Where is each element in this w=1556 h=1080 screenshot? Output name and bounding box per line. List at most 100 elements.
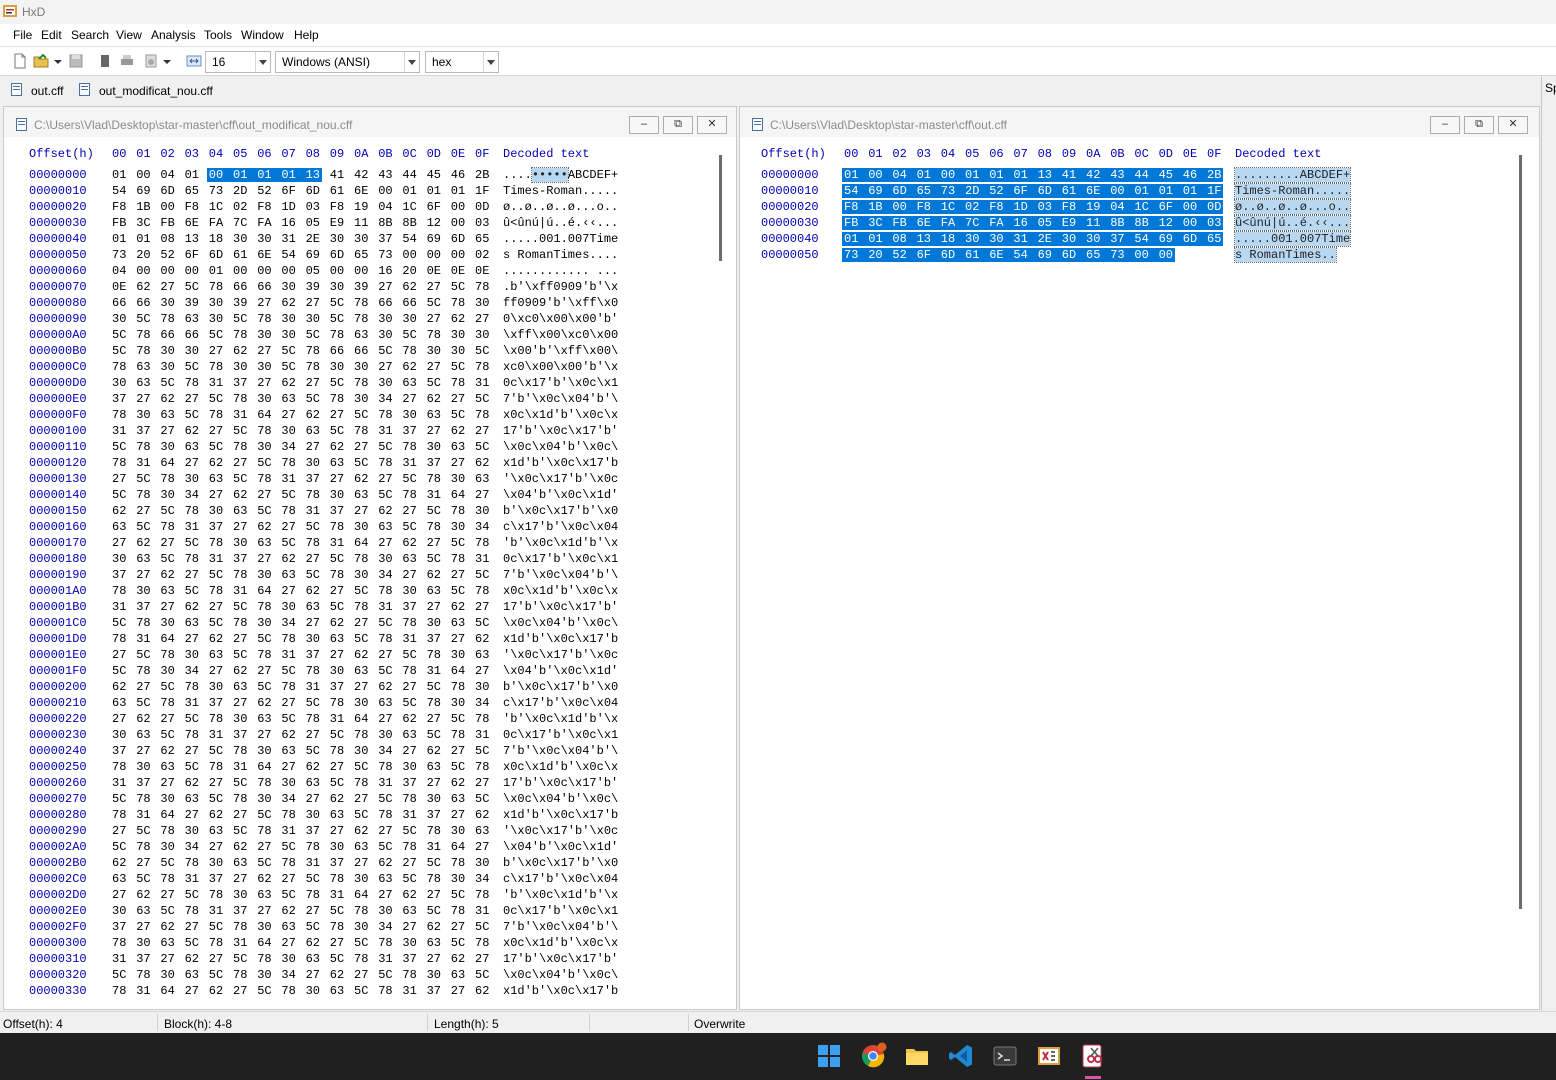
hex-byte[interactable]: 78 <box>376 808 394 822</box>
hex-byte[interactable]: 5C <box>449 760 467 774</box>
hex-byte[interactable]: 7C <box>231 216 249 230</box>
menu-window[interactable]: Window <box>241 28 284 42</box>
hex-byte[interactable]: 64 <box>449 488 467 502</box>
hex-byte[interactable]: 5C <box>449 408 467 422</box>
hex-byte[interactable]: 78 <box>400 664 418 678</box>
hex-byte[interactable]: 78 <box>400 440 418 454</box>
hex-byte[interactable]: 78 <box>473 280 491 294</box>
hex-byte[interactable]: 78 <box>376 760 394 774</box>
hex-byte[interactable]: 78 <box>207 584 225 598</box>
hex-byte[interactable]: 63 <box>352 840 370 854</box>
hex-byte[interactable]: 27 <box>207 344 225 358</box>
hex-byte[interactable]: 45 <box>425 168 443 182</box>
hex-row[interactable]: 000000B0 5C 78 30 30 27 62 27 5C 78 66 66 5C 78 30 30 5C… <box>7 344 729 360</box>
hex-byte[interactable]: 00 <box>134 168 152 182</box>
hex-byte[interactable]: 5C <box>352 632 370 646</box>
hex-byte[interactable]: 6F <box>183 248 201 262</box>
hex-byte[interactable]: 62 <box>207 808 225 822</box>
hex-byte[interactable]: 78 <box>279 504 297 518</box>
hex-byte[interactable]: 0E <box>110 280 128 294</box>
hex-byte[interactable]: 3C <box>866 216 891 230</box>
hex-byte[interactable]: 5C <box>255 984 273 998</box>
hex-byte[interactable]: 5C <box>158 504 176 518</box>
hex-byte[interactable]: 37 <box>231 376 249 390</box>
hex-byte[interactable]: 54 <box>842 184 867 198</box>
close-file-icon[interactable] <box>97 53 113 69</box>
hex-byte[interactable]: 27 <box>304 728 322 742</box>
hex-byte[interactable]: 27 <box>425 312 443 326</box>
hex-byte[interactable]: 5C <box>110 840 128 854</box>
hex-row[interactable]: 000001A0 78 30 63 5C 78 31 64 27 62 27 5C 78 30 63 5C 78… <box>7 584 729 600</box>
hex-byte[interactable]: 27 <box>425 424 443 438</box>
hex-byte[interactable]: 11 <box>352 216 370 230</box>
hex-byte[interactable]: 5C <box>279 888 297 902</box>
hex-byte[interactable]: 5C <box>328 312 346 326</box>
hex-byte[interactable]: 30 <box>473 328 491 342</box>
hex-byte[interactable]: 78 <box>304 888 322 902</box>
hex-byte[interactable]: F8 <box>1059 200 1085 214</box>
hex-byte[interactable]: 30 <box>158 840 176 854</box>
hex-byte[interactable]: 61 <box>328 184 346 198</box>
hex-byte[interactable]: 02 <box>963 200 988 214</box>
hex-byte[interactable]: 34 <box>376 920 394 934</box>
hex-byte[interactable]: 6F <box>279 184 297 198</box>
hex-byte[interactable]: 5C <box>376 968 394 982</box>
hex-byte[interactable]: 5C <box>304 872 322 886</box>
hex-byte[interactable]: 34 <box>279 792 297 806</box>
decoded-text[interactable]: 7'b'\x0c\x04'b'\ <box>503 392 618 406</box>
decoded-text[interactable]: 0\xc0\x00\x00'b' <box>503 312 618 326</box>
hex-byte[interactable]: 27 <box>158 536 176 550</box>
hex-byte[interactable]: 62 <box>400 280 418 294</box>
hex-byte[interactable]: 00 <box>400 248 418 262</box>
menu-search[interactable]: Search <box>71 28 109 42</box>
hex-byte[interactable]: 0D <box>473 200 491 214</box>
hex-byte[interactable]: 37 <box>328 856 346 870</box>
terminal-icon[interactable] <box>991 1042 1019 1070</box>
hex-byte[interactable]: 5C <box>255 680 273 694</box>
decoded-text[interactable]: \x04'b'\x0c\x1d' <box>503 488 618 502</box>
hex-byte[interactable]: 63 <box>279 744 297 758</box>
hex-byte[interactable]: 27 <box>158 280 176 294</box>
hex-byte[interactable]: 5C <box>352 408 370 422</box>
hex-byte[interactable]: 00 <box>206 168 232 182</box>
menu-help[interactable]: Help <box>294 28 319 42</box>
hex-row[interactable]: 00000090 30 5C 78 63 30 5C 78 30 30 5C 78 30 30 27 62 27… <box>7 312 729 328</box>
hex-byte[interactable]: 5C <box>231 952 249 966</box>
hex-byte[interactable]: 08 <box>890 232 915 246</box>
hex-row[interactable]: 00000010 54 69 6D 65 73 2D 52 6F 6D 61 6E 00 01 01 01 1F… <box>7 184 729 200</box>
hex-byte[interactable]: 04 <box>1108 200 1133 214</box>
hex-byte[interactable]: 37 <box>231 904 249 918</box>
decoded-text[interactable]: x1d'b'\x0c\x17'b <box>503 456 618 470</box>
hex-byte[interactable]: 30 <box>328 488 346 502</box>
hex-byte[interactable]: 46 <box>449 168 467 182</box>
decoded-text[interactable]: 7'b'\x0c\x04'b'\ <box>503 744 618 758</box>
hex-byte[interactable]: 30 <box>473 504 491 518</box>
hex-byte[interactable]: 31 <box>376 776 394 790</box>
hex-byte[interactable]: 27 <box>425 952 443 966</box>
hex-byte[interactable]: 78 <box>400 792 418 806</box>
hex-byte[interactable]: 27 <box>473 840 491 854</box>
hex-byte[interactable]: 30 <box>376 552 394 566</box>
hex-byte[interactable]: 27 <box>328 824 346 838</box>
hex-byte[interactable]: 78 <box>134 440 152 454</box>
hex-byte[interactable]: 5C <box>183 712 201 726</box>
hex-byte[interactable]: 31 <box>183 696 201 710</box>
hex-byte[interactable]: 01 <box>231 168 256 182</box>
hex-byte[interactable]: 27 <box>110 472 128 486</box>
hex-byte[interactable]: 5C <box>425 376 443 390</box>
hex-byte[interactable]: 27 <box>207 600 225 614</box>
decoded-text[interactable]: .........ABCDEF+ <box>1233 167 1352 183</box>
hex-byte[interactable]: 6F <box>914 248 940 262</box>
hex-byte[interactable]: 34 <box>183 840 201 854</box>
hex-byte[interactable]: 64 <box>449 840 467 854</box>
hex-byte[interactable]: 30 <box>158 616 176 630</box>
hex-byte[interactable]: 30 <box>376 904 394 918</box>
decoded-text[interactable]: \x0c\x04'b'\x0c\ <box>503 616 618 630</box>
hex-byte[interactable]: 27 <box>449 568 467 582</box>
decoded-text[interactable]: 0c\x17'b'\x0c\x1 <box>503 728 618 742</box>
hex-byte[interactable]: 01 <box>987 168 1012 182</box>
decoded-text[interactable]: c\x17'b'\x0c\x04 <box>503 520 618 534</box>
hex-byte[interactable]: 27 <box>231 520 249 534</box>
hex-byte[interactable]: 19 <box>1084 200 1109 214</box>
hex-byte[interactable]: 30 <box>328 280 346 294</box>
